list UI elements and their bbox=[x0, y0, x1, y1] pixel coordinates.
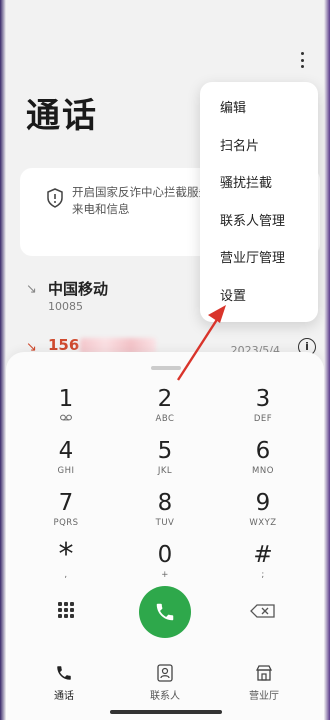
key-letters: PQRS bbox=[53, 518, 79, 528]
store-icon bbox=[255, 665, 273, 681]
home-indicator bbox=[110, 710, 222, 714]
key-letters: ABC bbox=[155, 414, 175, 424]
key-7[interactable]: 7 PQRS bbox=[26, 490, 106, 538]
key-digit: 3 bbox=[255, 386, 271, 412]
key-digit: 0 bbox=[157, 542, 173, 568]
key-digit: 2 bbox=[157, 386, 173, 412]
caller-number: 10085 bbox=[48, 300, 83, 313]
menu-item-store-management[interactable]: 营业厅管理 bbox=[200, 240, 318, 278]
key-digit: * bbox=[58, 537, 74, 572]
key-digit: 7 bbox=[58, 490, 74, 516]
menu-item-edit[interactable]: 编辑 bbox=[200, 90, 318, 128]
menu-item-spam-block[interactable]: 骚扰拦截 bbox=[200, 165, 318, 203]
incoming-call-icon: ↘ bbox=[26, 282, 37, 297]
key-3[interactable]: 3 DEF bbox=[223, 386, 303, 434]
voicemail-icon bbox=[26, 414, 106, 424]
bottom-nav: 通话 联系人 营业厅 bbox=[6, 660, 324, 710]
nav-label: 营业厅 bbox=[249, 691, 279, 702]
key-star[interactable]: * , bbox=[26, 537, 106, 590]
key-2[interactable]: 2 ABC bbox=[125, 386, 205, 434]
menu-item-contact-management[interactable]: 联系人管理 bbox=[200, 203, 318, 241]
key-digit: 8 bbox=[157, 490, 173, 516]
call-button[interactable] bbox=[139, 586, 191, 638]
contacts-icon bbox=[157, 664, 173, 682]
shield-info-icon bbox=[47, 188, 63, 208]
overflow-menu: 编辑 扫名片 骚扰拦截 联系人管理 营业厅管理 设置 bbox=[200, 82, 318, 322]
dialer-panel: 1 2 ABC 3 DEF 4 GHI 5 JKL 6 MNO 7 PQRS 8… bbox=[6, 352, 324, 720]
caller-name: 中国移动 bbox=[48, 280, 109, 298]
page-title: 通话 bbox=[26, 96, 98, 136]
key-0[interactable]: 0 + bbox=[125, 542, 205, 590]
key-letters: WXYZ bbox=[249, 518, 277, 528]
nav-label: 通话 bbox=[54, 691, 74, 702]
phone-screen: 通话 开启国家反诈中心拦截服务 来电和信息 ↘ 中国移动 10085 ↘ 156… bbox=[6, 0, 324, 720]
key-digit: # bbox=[253, 542, 273, 568]
key-9[interactable]: 9 WXYZ bbox=[223, 490, 303, 538]
nav-label: 联系人 bbox=[150, 691, 180, 702]
drag-handle[interactable] bbox=[151, 366, 181, 370]
key-letters: JKL bbox=[157, 466, 173, 476]
key-4[interactable]: 4 GHI bbox=[26, 438, 106, 486]
key-letters: , bbox=[64, 570, 68, 580]
key-digit: 1 bbox=[58, 386, 74, 412]
key-letters: TUV bbox=[155, 518, 175, 528]
key-5[interactable]: 5 JKL bbox=[125, 438, 205, 486]
more-vertical-icon[interactable] bbox=[294, 50, 310, 70]
key-digit: 5 bbox=[157, 438, 173, 464]
menu-item-scan-card[interactable]: 扫名片 bbox=[200, 128, 318, 166]
key-1[interactable]: 1 bbox=[26, 386, 106, 434]
key-letters: DEF bbox=[253, 414, 273, 424]
key-letters: ; bbox=[261, 570, 265, 580]
nav-item-calls[interactable]: 通话 bbox=[24, 664, 104, 702]
key-letters: MNO bbox=[252, 466, 274, 476]
nav-item-store[interactable]: 营业厅 bbox=[224, 664, 304, 702]
key-hash[interactable]: # ; bbox=[223, 542, 303, 590]
key-letters: + bbox=[161, 570, 169, 580]
phone-icon bbox=[156, 603, 174, 621]
phone-icon bbox=[57, 666, 71, 680]
key-6[interactable]: 6 MNO bbox=[223, 438, 303, 486]
key-digit: 4 bbox=[58, 438, 74, 464]
key-digit: 9 bbox=[255, 490, 271, 516]
backspace-icon[interactable] bbox=[250, 604, 276, 618]
menu-item-settings[interactable]: 设置 bbox=[200, 278, 318, 316]
key-digit: 6 bbox=[255, 438, 271, 464]
key-letters: GHI bbox=[57, 466, 75, 476]
key-8[interactable]: 8 TUV bbox=[125, 490, 205, 538]
nav-item-contacts[interactable]: 联系人 bbox=[125, 664, 205, 702]
keypad-grid-icon[interactable] bbox=[58, 602, 74, 618]
